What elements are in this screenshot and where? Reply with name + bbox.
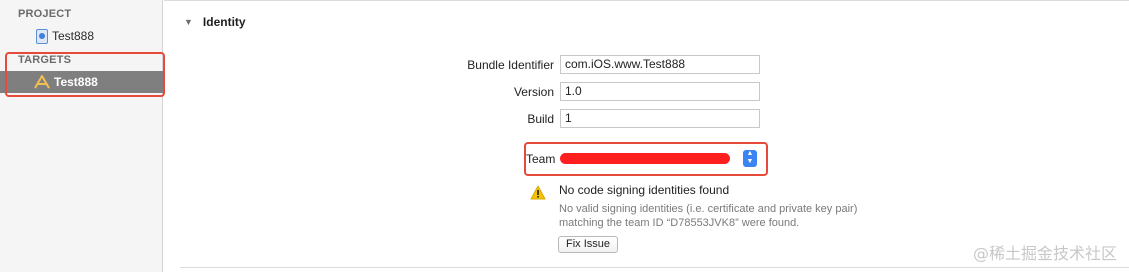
- fix-issue-button[interactable]: Fix Issue: [558, 236, 619, 253]
- warning-detail-line: matching the team ID “D78553JVK8” were f…: [559, 217, 800, 229]
- bottom-divider: [180, 267, 1129, 268]
- redaction-mark: [560, 153, 730, 164]
- build-label: Build: [527, 112, 554, 126]
- targets-annotation-box: [5, 52, 165, 97]
- identity-section-header[interactable]: ▼ Identity: [184, 15, 246, 29]
- top-divider: [164, 0, 1129, 1]
- warning-title: No code signing identities found: [559, 183, 730, 197]
- project-navigator-sidebar: PROJECT Test888 TARGETS Test888: [0, 0, 163, 272]
- version-field[interactable]: 1.0: [560, 82, 760, 101]
- version-label: Version: [513, 85, 554, 99]
- warning-detail: No valid signing identities (i.e. certif…: [559, 202, 919, 230]
- bundle-identifier-label: Bundle Identifier: [467, 58, 554, 72]
- general-settings-pane: ▼ Identity Bundle Identifier com.iOS.www…: [164, 0, 1129, 272]
- bundle-identifier-field[interactable]: com.iOS.www.Test888: [560, 55, 760, 74]
- section-title: Identity: [202, 15, 246, 29]
- sidebar-item-label: Test888: [52, 29, 95, 43]
- sidebar-item-project[interactable]: Test888: [0, 25, 163, 47]
- team-popup-button[interactable]: ▲ ▼: [560, 150, 760, 168]
- popup-arrows-icon[interactable]: ▲ ▼: [743, 150, 757, 167]
- project-section-header: PROJECT: [18, 8, 72, 20]
- warning-icon: [530, 185, 546, 200]
- disclosure-triangle-icon[interactable]: ▼: [184, 17, 193, 27]
- build-field[interactable]: 1: [560, 109, 760, 128]
- watermark: @稀土掘金技术社区: [972, 244, 1117, 263]
- project-file-icon: [36, 28, 48, 44]
- warning-detail-line: No valid signing identities (i.e. certif…: [559, 203, 858, 215]
- team-label: Team: [526, 152, 556, 166]
